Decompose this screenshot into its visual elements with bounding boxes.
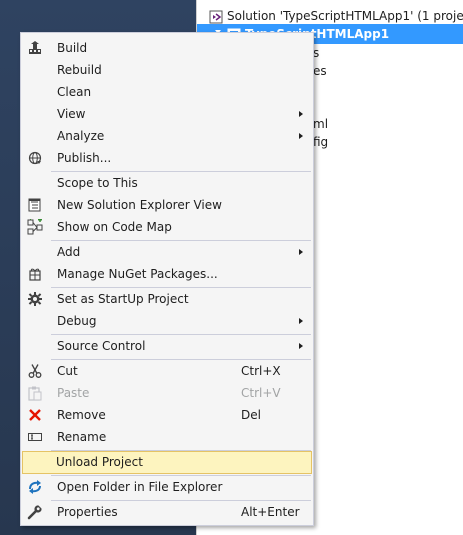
menu-item-properties[interactable]: Properties Alt+Enter xyxy=(23,501,311,523)
menu-item-debug[interactable]: Debug xyxy=(23,310,311,332)
menu-item-label: Build xyxy=(57,41,88,55)
menu-item-source-control[interactable]: Source Control xyxy=(23,335,311,357)
tree-item-solution[interactable]: Solution 'TypeScriptHTMLApp1' (1 project… xyxy=(209,6,463,26)
menu-item-label: Manage NuGet Packages... xyxy=(57,267,218,281)
tree-item-partial[interactable]: fig xyxy=(313,133,328,151)
menu-item-shortcut: Alt+Enter xyxy=(241,505,300,519)
rename-icon xyxy=(27,429,43,445)
menu-item-publish[interactable]: Publish... xyxy=(23,147,311,169)
menu-item-scope-to-this[interactable]: Scope to This xyxy=(23,172,311,194)
menu-item-label: Show on Code Map xyxy=(57,220,172,234)
menu-item-label: Remove xyxy=(57,408,106,422)
menu-item-unload-project[interactable]: Unload Project xyxy=(22,451,312,474)
menu-item-label: Clean xyxy=(57,85,92,99)
new-view-icon xyxy=(27,197,43,213)
menu-item-paste: Paste Ctrl+V xyxy=(23,382,311,404)
menu-item-label: View xyxy=(57,107,86,121)
solution-label: Solution 'TypeScriptHTMLApp1' (1 project… xyxy=(227,9,463,23)
menu-item-label: Debug xyxy=(57,314,97,328)
tree-item-partial[interactable]: es xyxy=(313,62,327,80)
remove-x-icon xyxy=(27,407,43,423)
scissors-icon xyxy=(27,363,43,379)
menu-item-label: Rebuild xyxy=(57,63,102,77)
globe-icon xyxy=(27,150,43,166)
menu-item-label: Rename xyxy=(57,430,107,444)
submenu-arrow-icon xyxy=(299,249,303,255)
menu-item-clean[interactable]: Clean xyxy=(23,81,311,103)
solution-icon xyxy=(209,10,223,24)
menu-item-label: Paste xyxy=(57,386,90,400)
menu-item-label: Scope to This xyxy=(57,176,138,190)
context-menu: Build Rebuild Clean View Analyze Publish… xyxy=(20,32,314,526)
menu-item-build[interactable]: Build xyxy=(23,37,311,59)
menu-item-label: Publish... xyxy=(57,151,112,165)
menu-item-remove[interactable]: Remove Del xyxy=(23,404,311,426)
menu-item-rebuild[interactable]: Rebuild xyxy=(23,59,311,81)
menu-item-label: Properties xyxy=(57,505,118,519)
menu-item-label: Cut xyxy=(57,364,78,378)
menu-item-shortcut: Del xyxy=(241,408,261,422)
menu-item-shortcut: Ctrl+X xyxy=(241,364,281,378)
menu-item-label: Add xyxy=(57,245,81,259)
menu-item-view[interactable]: View xyxy=(23,103,311,125)
menu-item-open-folder[interactable]: Open Folder in File Explorer xyxy=(23,476,311,498)
menu-item-show-on-code-map[interactable]: Show on Code Map xyxy=(23,216,311,238)
submenu-arrow-icon xyxy=(299,343,303,349)
menu-item-label: Analyze xyxy=(57,129,105,143)
menu-item-shortcut: Ctrl+V xyxy=(241,386,281,400)
code-map-icon xyxy=(27,219,43,235)
gear-icon xyxy=(27,291,43,307)
wrench-icon xyxy=(27,504,43,520)
menu-item-label: Set as StartUp Project xyxy=(57,292,189,306)
menu-item-new-solution-explorer-view[interactable]: New Solution Explorer View xyxy=(23,194,311,216)
open-folder-icon xyxy=(27,479,43,495)
menu-item-analyze[interactable]: Analyze xyxy=(23,125,311,147)
menu-item-label: New Solution Explorer View xyxy=(57,198,222,212)
menu-item-rename[interactable]: Rename xyxy=(23,426,311,448)
menu-item-label: Open Folder in File Explorer xyxy=(57,480,223,494)
menu-item-label: Unload Project xyxy=(56,455,143,469)
submenu-arrow-icon xyxy=(299,133,303,139)
build-icon xyxy=(27,40,43,56)
menu-item-add[interactable]: Add xyxy=(23,241,311,263)
tree-item-partial[interactable]: ml xyxy=(313,115,328,133)
submenu-arrow-icon xyxy=(299,111,303,117)
nuget-icon xyxy=(27,266,43,282)
menu-item-set-startup-project[interactable]: Set as StartUp Project xyxy=(23,288,311,310)
menu-item-cut[interactable]: Cut Ctrl+X xyxy=(23,360,311,382)
menu-item-label: Source Control xyxy=(57,339,146,353)
menu-item-manage-nuget[interactable]: Manage NuGet Packages... xyxy=(23,263,311,285)
paste-icon xyxy=(27,385,43,401)
submenu-arrow-icon xyxy=(299,318,303,324)
